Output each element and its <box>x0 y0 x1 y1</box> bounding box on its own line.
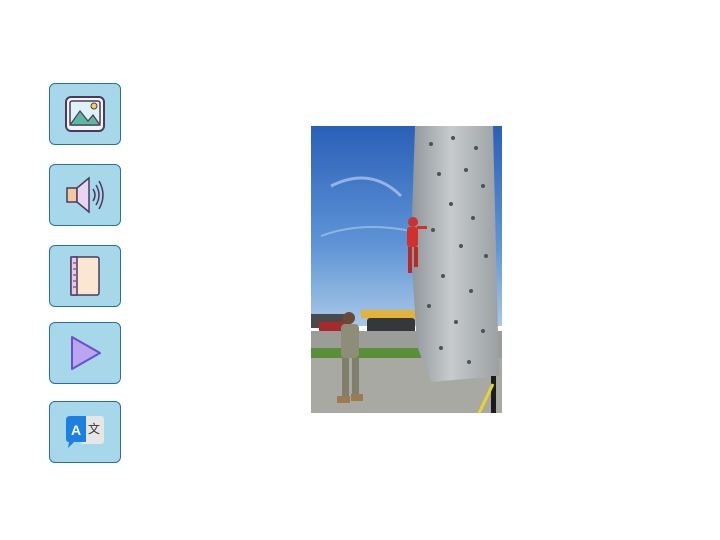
page: A 文 <box>0 0 720 540</box>
image-button[interactable] <box>49 83 121 145</box>
video-button[interactable] <box>49 322 121 384</box>
translate-icon: A 文 <box>64 412 106 452</box>
translate-glyph-cjk: 文 <box>88 421 100 436</box>
translate-button[interactable]: A 文 <box>49 401 121 463</box>
audio-button[interactable] <box>49 164 121 226</box>
climbing-wall-photo <box>311 126 502 413</box>
image-icon <box>64 95 106 133</box>
media-toolbar: A 文 <box>49 0 123 540</box>
book-button[interactable] <box>49 245 121 307</box>
speaker-icon <box>63 173 107 217</box>
book-icon <box>67 255 103 297</box>
translate-glyph-latin: A <box>71 422 81 438</box>
play-icon <box>65 333 105 373</box>
